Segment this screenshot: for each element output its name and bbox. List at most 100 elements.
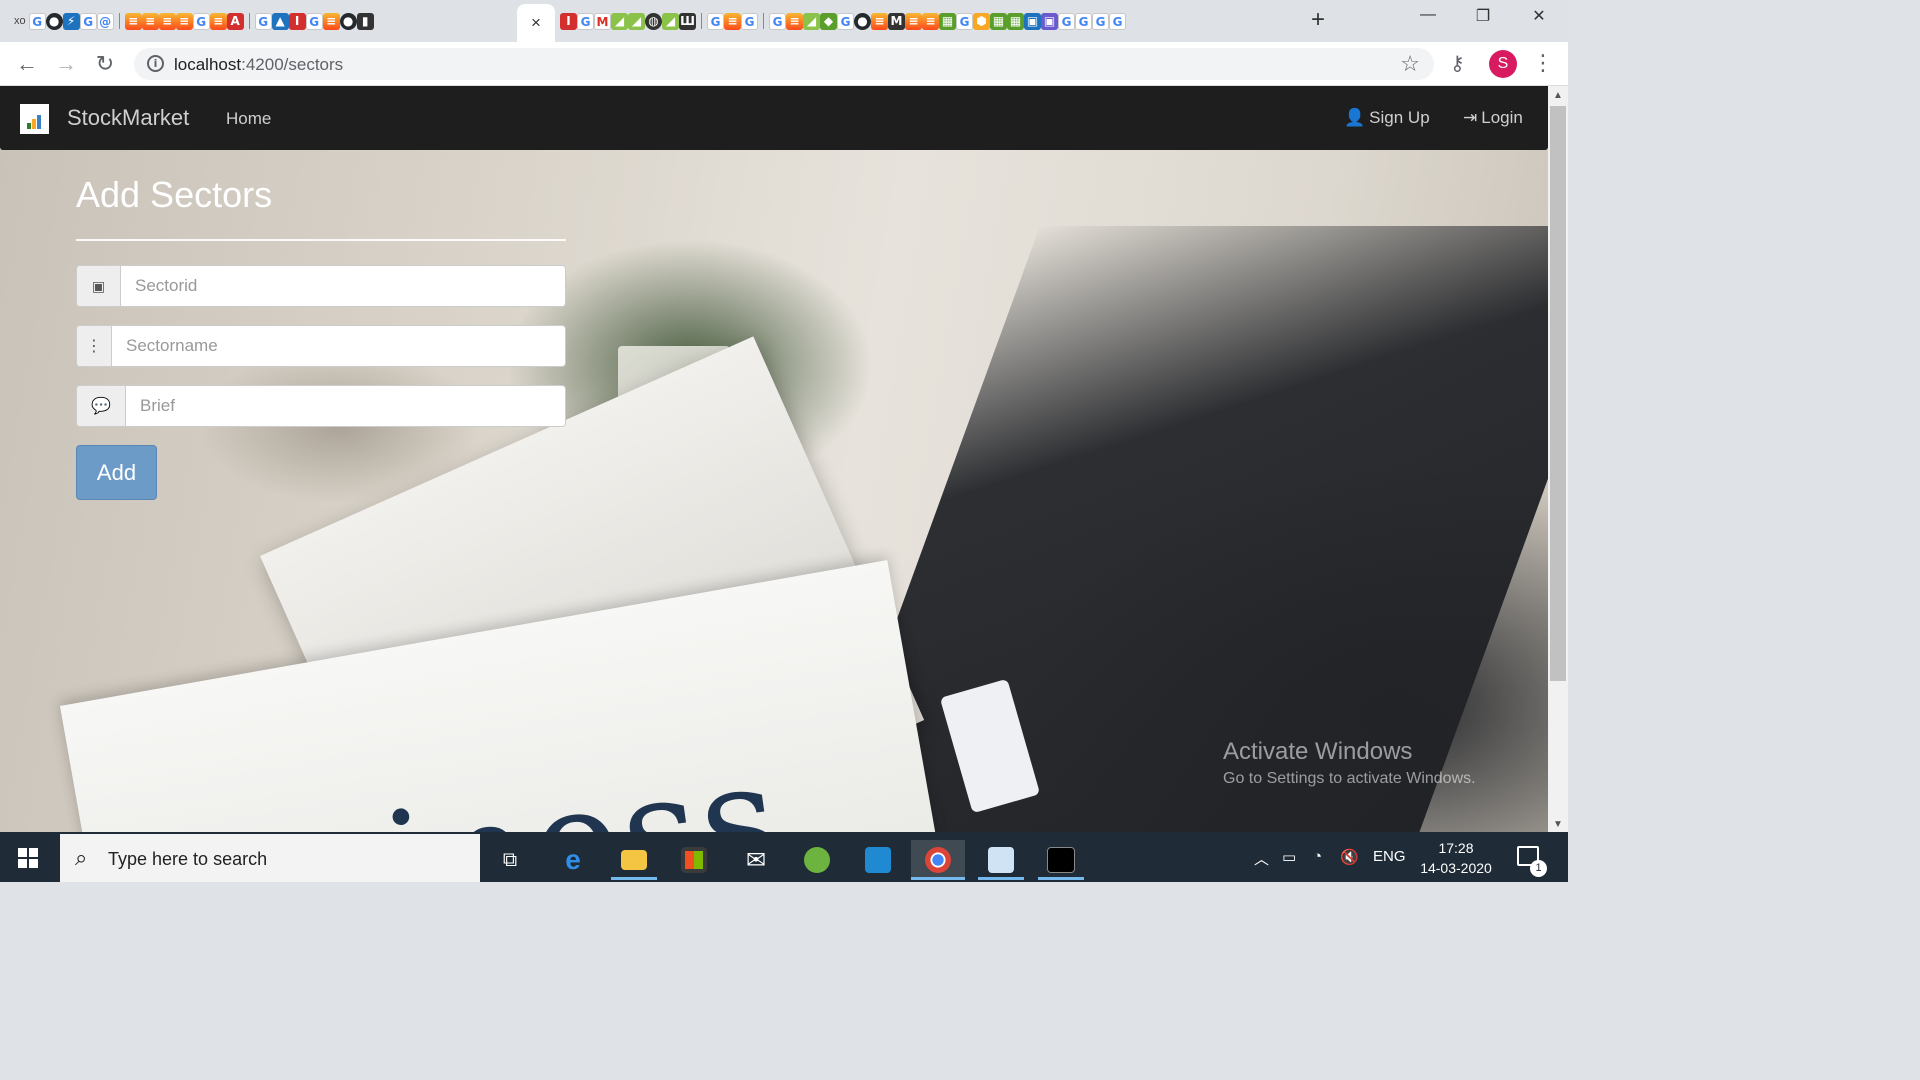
scroll-down-arrow-icon[interactable]: ▼ [1553,819,1563,830]
spring-tool-icon[interactable] [794,840,840,880]
wifi-icon[interactable]: ◔ [1313,848,1322,865]
tab-google[interactable]: G [192,10,210,32]
terminal-icon[interactable] [1038,840,1084,880]
address-bar[interactable]: i localhost:4200/sectors ☆ [134,48,1434,80]
google-icon: G [305,12,323,30]
tab-stack[interactable]: ≡ [158,10,176,32]
tab-orange[interactable]: ⬢ [973,10,990,32]
tab-google[interactable]: G [707,10,724,32]
tab-globe[interactable]: ◍ [645,10,662,32]
tab-bars[interactable]: ▮ [356,10,374,32]
brand-name[interactable]: StockMarket [67,105,189,131]
tab-stack[interactable]: ≡ [871,10,888,32]
brief-input[interactable] [126,386,565,426]
sectorname-input[interactable] [112,326,565,366]
back-button[interactable]: ← [13,50,41,78]
active-tab[interactable]: × [517,4,555,42]
profile-avatar[interactable]: S [1489,50,1517,78]
tab-stack[interactable]: ≡ [124,10,142,32]
tab-arrow[interactable]: ▲ [271,10,289,32]
tab-google[interactable]: G [1058,10,1075,32]
tab-google[interactable]: G [254,10,272,32]
new-tab-button[interactable]: + [1311,8,1325,32]
remote-desktop-icon[interactable] [978,840,1024,880]
url-text[interactable]: localhost:4200/sectors [174,55,343,75]
key-icon[interactable]: ⚷ [1450,51,1465,76]
scroll-thumb[interactable] [1550,106,1566,681]
close-icon[interactable]: × [531,13,541,33]
tab-favicon[interactable]: xo [14,15,26,27]
nav-home-link[interactable]: Home [226,109,271,129]
tab-stack[interactable]: ≡ [786,10,803,32]
volume-icon[interactable]: 🔇 [1340,848,1359,866]
tab-leaf[interactable]: ◢ [803,10,820,32]
nav-signup-link[interactable]: 👤 Sign Up [1344,108,1430,128]
tab-bolt[interactable]: ⚡ [62,10,80,32]
page-scrollbar[interactable]: ▲ ▼ [1548,86,1568,832]
tab-google[interactable]: G [956,10,973,32]
scroll-up-arrow-icon[interactable]: ▲ [1553,90,1563,101]
chrome-icon[interactable] [911,840,965,880]
minimize-button[interactable]: — [1408,6,1448,24]
nav-login-link[interactable]: ⇥ Login [1463,108,1523,128]
brand-logo-icon[interactable] [20,104,49,134]
tab-gmail[interactable]: M [594,10,611,32]
tab-blue[interactable]: ▣ [1024,10,1041,32]
tab-stack[interactable]: ≡ [905,10,922,32]
mail-icon[interactable]: ✉ [733,840,779,880]
tab-stack[interactable]: ≡ [141,10,159,32]
tab-google[interactable]: G [305,10,323,32]
windows-start-icon[interactable] [18,848,38,868]
tab-angular[interactable]: A [226,10,244,32]
info-icon[interactable]: i [147,55,164,72]
close-window-button[interactable]: ✕ [1519,6,1559,26]
tab-red[interactable]: I [288,10,306,32]
tab-book[interactable]: Ш [679,10,696,32]
store-icon[interactable] [671,840,717,880]
tab-green[interactable]: ▦ [990,10,1007,32]
edge-icon[interactable]: e [550,840,596,880]
tab-google[interactable]: G [577,10,594,32]
tab-green[interactable]: ◆ [820,10,837,32]
tab-red[interactable]: I [560,10,577,32]
file-explorer-icon[interactable] [611,840,657,880]
tab-stack[interactable]: ≡ [922,10,939,32]
reload-button[interactable]: ↻ [91,50,119,78]
tab-github[interactable]: ● [45,10,63,32]
tab-github[interactable]: ● [854,10,871,32]
tab-purple[interactable]: ▣ [1041,10,1058,32]
language-indicator[interactable]: ENG [1373,848,1406,865]
tab-google[interactable]: G [741,10,758,32]
battery-icon[interactable]: ▭ [1282,848,1296,866]
restore-button[interactable]: ❐ [1463,6,1503,26]
tab-leaf[interactable]: ◢ [662,10,679,32]
tab-google[interactable]: G [1075,10,1092,32]
tab-green[interactable]: ▦ [1007,10,1024,32]
tab-pdf[interactable]: @ [96,10,114,32]
bookmark-star-icon[interactable]: ☆ [1400,51,1420,77]
tab-google[interactable]: G [769,10,786,32]
tab-google[interactable]: G [1109,10,1126,32]
sectorid-input[interactable] [121,266,565,306]
tab-stack[interactable]: ≡ [724,10,741,32]
vscode-icon[interactable] [855,840,901,880]
tab-leaf[interactable]: ◢ [611,10,628,32]
tab-stack[interactable]: ≡ [322,10,340,32]
taskbar-clock[interactable]: 17:28 14-03-2020 [1410,838,1502,878]
tab-google[interactable]: G [837,10,854,32]
tab-google[interactable]: G [1092,10,1109,32]
taskbar-search[interactable]: ⌕ Type here to search [60,834,480,882]
tab-stack[interactable]: ≡ [209,10,227,32]
tab-google[interactable]: G [28,10,46,32]
tray-overflow-icon[interactable]: ︿ [1254,848,1269,869]
tab-github[interactable]: ● [339,10,357,32]
browser-menu-icon[interactable]: ⋮ [1532,49,1554,77]
task-view-icon[interactable]: ⧉ [487,840,533,880]
add-button[interactable]: Add [76,445,157,500]
tab-stack[interactable]: ≡ [175,10,193,32]
tab-leaf[interactable]: ◢ [628,10,645,32]
forward-button[interactable]: → [52,50,80,78]
tab-green[interactable]: ▦ [939,10,956,32]
tab-medium[interactable]: M [888,10,905,32]
tab-google[interactable]: G [79,10,97,32]
